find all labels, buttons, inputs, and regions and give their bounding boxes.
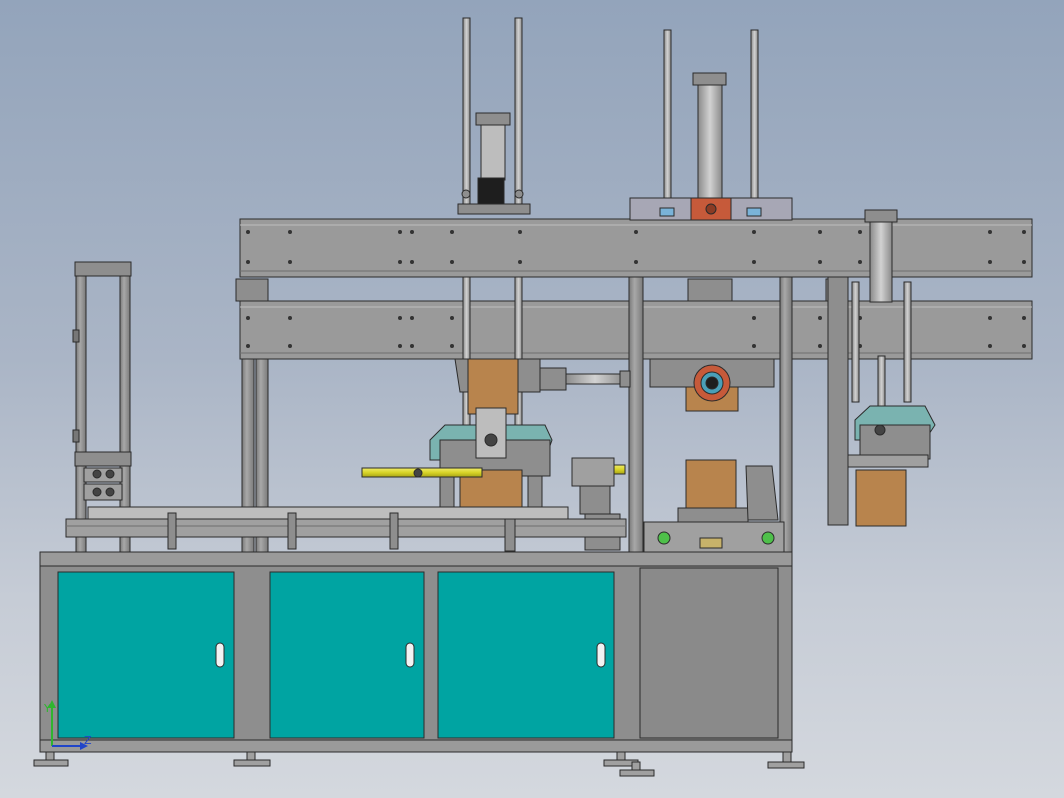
bolt-hole xyxy=(398,230,402,234)
upper-gantry-beam xyxy=(239,218,1033,278)
bolt-hole xyxy=(518,260,522,264)
bolt-hole xyxy=(1022,230,1026,234)
center-press-cylinder xyxy=(629,29,793,221)
bolt-hole xyxy=(288,344,292,348)
bolt-hole xyxy=(818,316,822,320)
bolt-hole xyxy=(858,260,862,264)
bolt-hole xyxy=(450,316,454,320)
bolt-hole xyxy=(988,260,992,264)
bolt-hole xyxy=(988,344,992,348)
bolt-hole xyxy=(288,230,292,234)
bolt-hole xyxy=(450,260,454,264)
conveyor-rail xyxy=(65,506,627,552)
center-box-station xyxy=(643,459,785,553)
left-gripper xyxy=(429,358,553,527)
gantry-spacer-row xyxy=(235,278,849,302)
machine-assembly-drawing: Y Z xyxy=(33,17,1033,777)
bolt-hole xyxy=(634,230,638,234)
cabinet-door-center-left[interactable] xyxy=(269,571,425,739)
bolt-hole xyxy=(398,344,402,348)
left-lift-cylinder xyxy=(457,17,531,215)
bolt-hole xyxy=(858,230,862,234)
leveling-feet xyxy=(33,751,805,777)
bolt-hole xyxy=(752,344,756,348)
bolt-hole xyxy=(288,260,292,264)
bolt-hole xyxy=(450,230,454,234)
bolt-hole xyxy=(752,230,756,234)
bolt-hole xyxy=(398,316,402,320)
bolt-hole xyxy=(752,316,756,320)
bolt-hole xyxy=(518,230,522,234)
bolt-hole xyxy=(818,230,822,234)
bolt-hole xyxy=(1022,316,1026,320)
cabinet-door-center-right[interactable] xyxy=(437,571,615,739)
bolt-hole xyxy=(410,344,414,348)
bolt-hole xyxy=(634,260,638,264)
bolt-hole xyxy=(818,260,822,264)
bolt-hole xyxy=(818,344,822,348)
bolt-hole xyxy=(246,230,250,234)
bolt-hole xyxy=(246,260,250,264)
right-gripper xyxy=(847,405,936,527)
bolt-hole xyxy=(1022,260,1026,264)
horizontal-push-rod xyxy=(539,367,631,391)
bolt-hole xyxy=(398,260,402,264)
cabinet-door-left[interactable] xyxy=(57,571,235,739)
bolt-hole xyxy=(410,230,414,234)
bolt-hole xyxy=(410,260,414,264)
bolt-hole xyxy=(410,316,414,320)
y-axis-label: Y xyxy=(43,702,51,715)
bolt-hole xyxy=(988,316,992,320)
cad-viewport[interactable]: Y Z xyxy=(0,0,1064,798)
bolt-hole xyxy=(450,344,454,348)
bolt-hole xyxy=(988,230,992,234)
bolt-hole xyxy=(288,316,292,320)
z-axis-label: Z xyxy=(84,734,92,747)
bolt-hole xyxy=(752,260,756,264)
bolt-hole xyxy=(246,316,250,320)
bolt-hole xyxy=(1022,344,1026,348)
bolt-hole xyxy=(246,344,250,348)
cabinet-panel-right xyxy=(639,567,779,739)
